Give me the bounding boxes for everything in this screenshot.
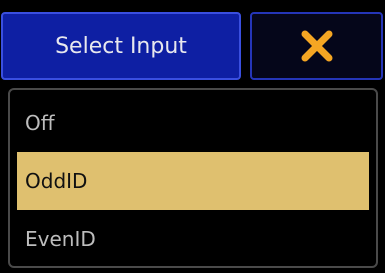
option-label: Off xyxy=(25,111,55,135)
option-label: OddID xyxy=(25,169,88,193)
option-off[interactable]: Off xyxy=(17,94,369,152)
dialog-title: Select Input xyxy=(1,12,241,80)
option-evenid[interactable]: EvenID xyxy=(17,210,369,268)
option-label: EvenID xyxy=(25,227,96,251)
close-x-icon xyxy=(301,30,332,62)
option-oddid[interactable]: OddID xyxy=(17,152,369,210)
close-button[interactable] xyxy=(250,12,383,80)
options-list: Off OddID EvenID xyxy=(8,88,378,268)
dialog-title-label: Select Input xyxy=(55,33,187,59)
